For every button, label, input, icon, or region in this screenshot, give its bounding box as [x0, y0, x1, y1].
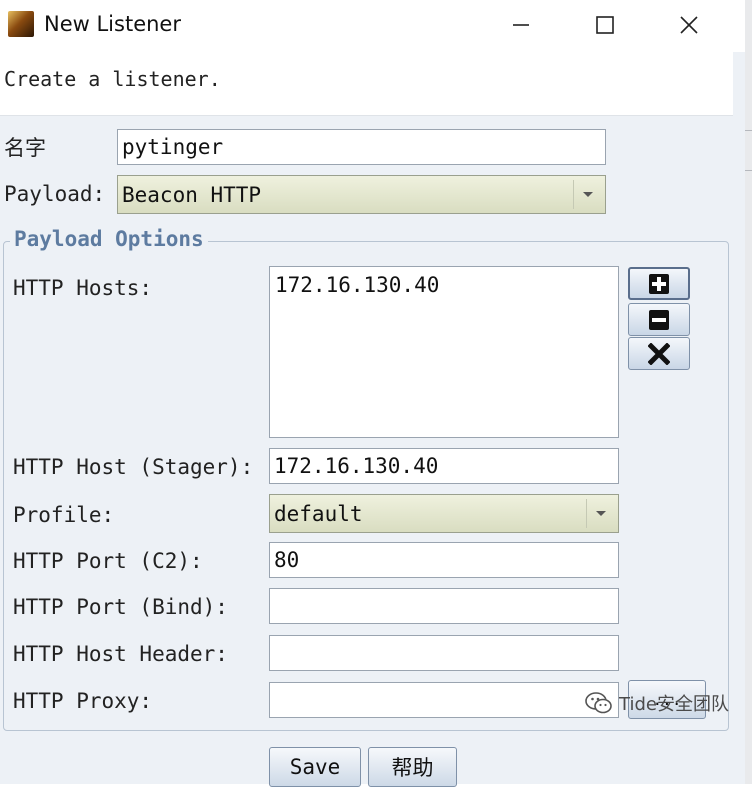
- port-bind-label: HTTP Port (Bind):: [13, 595, 228, 619]
- remove-icon: [649, 309, 669, 330]
- watermark-text: Tide安全团队: [619, 694, 729, 715]
- watermark: Tide安全团队: [585, 690, 729, 716]
- maximize-button[interactable]: [563, 0, 647, 50]
- close-button[interactable]: [647, 0, 731, 50]
- minimize-button[interactable]: [479, 0, 563, 50]
- profile-label: Profile:: [13, 503, 115, 527]
- list-item[interactable]: 172.16.130.40: [275, 273, 613, 297]
- proxy-input[interactable]: [269, 682, 619, 718]
- name-label: 名字: [4, 136, 46, 160]
- payload-select-value: Beacon HTTP: [122, 182, 262, 207]
- save-button[interactable]: Save: [269, 747, 361, 787]
- remove-host-button[interactable]: [628, 303, 690, 336]
- stager-host-input[interactable]: 172.16.130.40: [269, 448, 619, 484]
- title-bar: New Listener: [0, 0, 745, 52]
- http-hosts-label: HTTP Hosts:: [13, 276, 153, 300]
- port-c2-label: HTTP Port (C2):: [13, 549, 203, 573]
- add-host-button[interactable]: [628, 267, 690, 300]
- help-button[interactable]: 帮助: [368, 747, 457, 787]
- port-bind-input[interactable]: [269, 588, 619, 624]
- add-icon: [649, 273, 669, 294]
- clear-icon: [648, 342, 670, 365]
- window-title: New Listener: [44, 12, 181, 36]
- host-header-input[interactable]: [269, 635, 619, 671]
- profile-select[interactable]: default: [269, 494, 619, 533]
- group-title: Payload Options: [10, 227, 208, 251]
- name-input[interactable]: pytinger: [117, 129, 606, 165]
- proxy-label: HTTP Proxy:: [13, 689, 153, 713]
- chevron-down-icon: [573, 180, 602, 209]
- host-header-label: HTTP Host Header:: [13, 642, 228, 666]
- profile-select-value: default: [274, 501, 363, 526]
- payload-select[interactable]: Beacon HTTP: [117, 175, 606, 214]
- minimize-icon: [513, 24, 529, 26]
- dialog-description: Create a listener.: [4, 67, 221, 91]
- http-hosts-list[interactable]: 172.16.130.40: [269, 266, 619, 438]
- wechat-icon: [585, 692, 612, 714]
- listener-dialog: Create a listener. 名字 pytinger Payload: …: [0, 52, 745, 787]
- clear-hosts-button[interactable]: [628, 337, 690, 370]
- chevron-down-icon: [586, 499, 615, 528]
- stager-host-label: HTTP Host (Stager):: [13, 455, 254, 479]
- dialog-header: Create a listener.: [0, 52, 733, 116]
- maximize-icon: [596, 16, 614, 34]
- background-window-edge: [745, 0, 752, 784]
- close-icon: [680, 16, 698, 34]
- app-icon: [8, 11, 34, 37]
- payload-label: Payload:: [4, 182, 106, 206]
- port-c2-input[interactable]: 80: [269, 542, 619, 578]
